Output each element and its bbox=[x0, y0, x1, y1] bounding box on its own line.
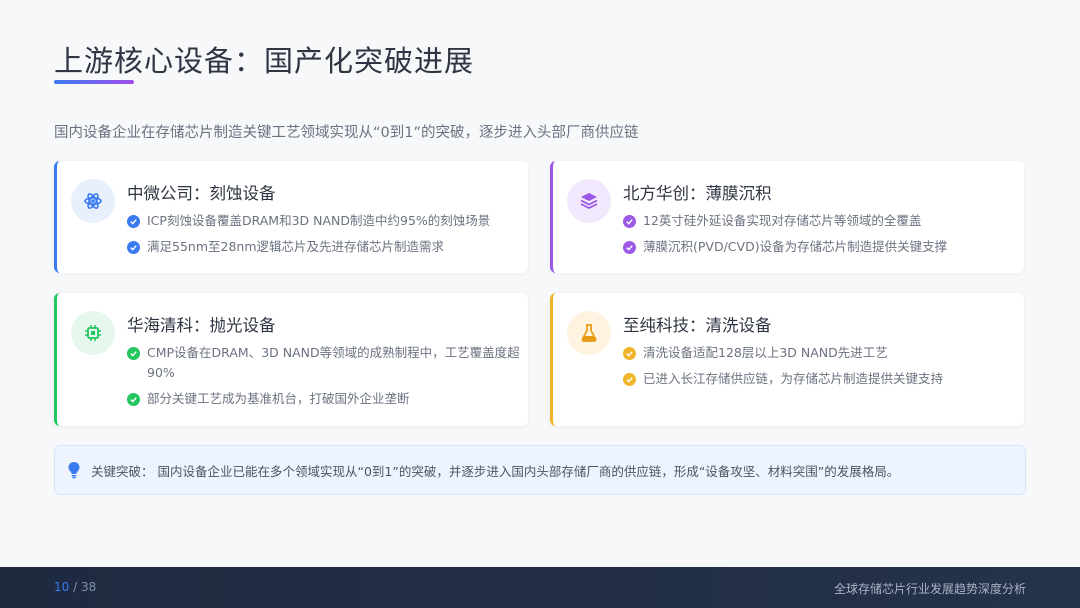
card-list: ICP刻蚀设备覆盖DRAM和3D NAND制造中约95%的刻蚀场景 满足55nm… bbox=[127, 211, 522, 263]
check-icon bbox=[127, 346, 140, 360]
card-title: 华海清科：抛光设备 bbox=[127, 316, 276, 335]
check-icon bbox=[623, 346, 636, 360]
check-icon bbox=[127, 214, 140, 228]
check-icon bbox=[623, 372, 636, 386]
card-list: 清洗设备适配128层以上3D NAND先进工艺 已进入长江存储供应链，为存储芯片… bbox=[623, 343, 1018, 395]
list-item: CMP设备在DRAM、3D NAND等领域的成熟制程中，工艺覆盖度超90% bbox=[127, 343, 522, 383]
atom-icon bbox=[71, 179, 115, 223]
card-list: 12英寸硅外延设备实现对存储芯片等领域的全覆盖 薄膜沉积(PVD/CVD)设备为… bbox=[623, 211, 1018, 263]
list-item: ICP刻蚀设备覆盖DRAM和3D NAND制造中约95%的刻蚀场景 bbox=[127, 211, 522, 231]
card-title: 至纯科技：清洗设备 bbox=[623, 316, 772, 335]
card-naura-deposition: 北方华创：薄膜沉积 12英寸硅外延设备实现对存储芯片等领域的全覆盖 薄膜沉积(P… bbox=[550, 161, 1024, 273]
page-indicator: 10 / 38 bbox=[54, 580, 97, 594]
check-icon bbox=[623, 214, 636, 228]
lightbulb-icon bbox=[67, 461, 81, 483]
list-item: 满足55nm至28nm逻辑芯片及先进存储芯片制造需求 bbox=[127, 237, 522, 257]
check-icon bbox=[127, 240, 140, 254]
list-item: 部分关键工艺成为基准机台，打破国外企业垄断 bbox=[127, 389, 522, 409]
list-item: 薄膜沉积(PVD/CVD)设备为存储芯片制造提供关键支撑 bbox=[623, 237, 1018, 257]
check-icon bbox=[127, 392, 140, 406]
flask-icon bbox=[567, 311, 611, 355]
callout-text: 关键突破： 国内设备企业已能在多个领域实现从“0到1”的突破，并逐步进入国内头部… bbox=[91, 464, 900, 479]
list-item: 12英寸硅外延设备实现对存储芯片等领域的全覆盖 bbox=[623, 211, 1018, 231]
card-title: 中微公司：刻蚀设备 bbox=[127, 184, 276, 203]
check-icon bbox=[623, 240, 636, 254]
layers-icon bbox=[567, 179, 611, 223]
page-subtitle: 国内设备企业在存储芯片制造关键工艺领域实现从“0到1”的突破，逐步进入头部厂商供… bbox=[54, 125, 639, 141]
card-title: 北方华创：薄膜沉积 bbox=[623, 184, 772, 203]
list-item: 清洗设备适配128层以上3D NAND先进工艺 bbox=[623, 343, 1018, 363]
card-pnc-cleaning: 至纯科技：清洗设备 清洗设备适配128层以上3D NAND先进工艺 已进入长江存… bbox=[550, 293, 1024, 426]
card-amec-etching: 中微公司：刻蚀设备 ICP刻蚀设备覆盖DRAM和3D NAND制造中约95%的刻… bbox=[54, 161, 528, 273]
footer-bar: 10 / 38 全球存储芯片行业发展趋势深度分析 bbox=[0, 567, 1080, 608]
deck-title: 全球存储芯片行业发展趋势深度分析 bbox=[833, 582, 1026, 596]
card-list: CMP设备在DRAM、3D NAND等领域的成熟制程中，工艺覆盖度超90% 部分… bbox=[127, 343, 522, 415]
list-item: 已进入长江存储供应链，为存储芯片制造提供关键支持 bbox=[623, 369, 1018, 389]
card-hwatsing-cmp: 华海清科：抛光设备 CMP设备在DRAM、3D NAND等领域的成熟制程中，工艺… bbox=[54, 293, 528, 426]
title-underline bbox=[54, 80, 134, 84]
page-title: 上游核心设备：国产化突破进展 bbox=[54, 44, 475, 78]
chip-icon bbox=[71, 311, 115, 355]
key-breakthrough-callout: 关键突破： 国内设备企业已能在多个领域实现从“0到1”的突破，并逐步进入国内头部… bbox=[54, 445, 1026, 495]
